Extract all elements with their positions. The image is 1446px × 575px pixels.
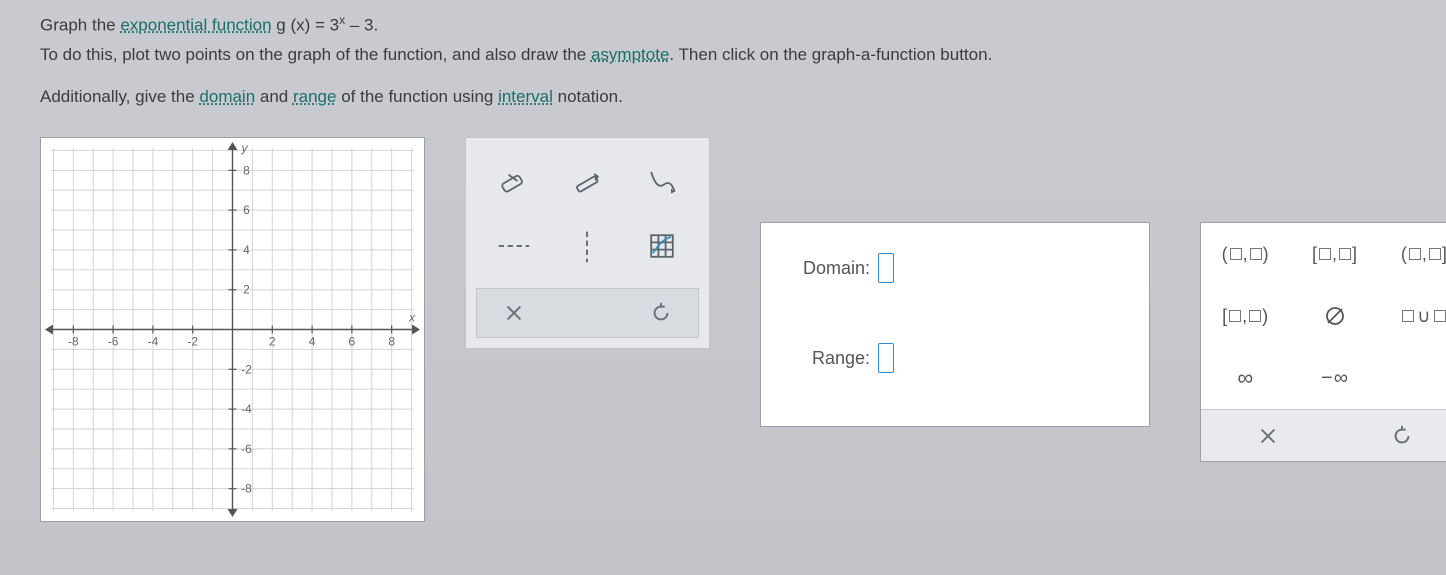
- svg-text:-8: -8: [68, 335, 79, 349]
- interval-undo-button[interactable]: [1387, 421, 1417, 451]
- domain-input[interactable]: [878, 253, 894, 283]
- interval-blank: [1380, 347, 1446, 409]
- tool-erase-large[interactable]: [476, 153, 550, 208]
- tool-pencil[interactable]: [550, 153, 624, 208]
- svg-text:6: 6: [349, 335, 356, 349]
- svg-text:y: y: [240, 141, 248, 155]
- domain-range-panel: Domain: Range:: [760, 222, 1150, 427]
- svg-text:2: 2: [269, 335, 276, 349]
- svg-text:-8: -8: [241, 482, 252, 496]
- interval-clear-button[interactable]: [1253, 421, 1283, 451]
- interval-neg-infinity[interactable]: −∞: [1290, 347, 1379, 409]
- svg-text:x: x: [408, 311, 416, 325]
- svg-text:4: 4: [309, 335, 316, 349]
- tool-graph-function[interactable]: [625, 218, 699, 273]
- tool-dashed-vline[interactable]: [550, 218, 624, 273]
- instruction-line-3: Additionally, give the domain and range …: [40, 83, 1406, 112]
- interval-union[interactable]: ∪: [1380, 285, 1446, 347]
- range-row: Range:: [786, 343, 1124, 373]
- svg-text:4: 4: [243, 243, 250, 257]
- svg-text:-2: -2: [241, 363, 252, 377]
- svg-text:8: 8: [388, 335, 395, 349]
- instruction-line-1: Graph the exponential function g (x) = 3…: [40, 10, 1406, 41]
- tool-bottom-bar: [476, 288, 699, 338]
- tool-curve[interactable]: [625, 153, 699, 208]
- tool-dashed-hline[interactable]: [476, 218, 550, 273]
- instructions: Graph the exponential function g (x) = 3…: [40, 10, 1406, 112]
- interval-panel: (,) [,] (,] [,) ∪ ∞ −∞: [1200, 222, 1446, 462]
- graph-canvas[interactable]: -8 -6 -4 -2 2 4 6 8 -8 -6 -4 -2 2 4 6 8 y x: [40, 137, 425, 522]
- link-interval[interactable]: interval: [498, 87, 553, 106]
- svg-text:-6: -6: [108, 335, 119, 349]
- domain-row: Domain:: [786, 253, 1124, 283]
- domain-label: Domain:: [803, 258, 870, 279]
- interval-open-open[interactable]: (,): [1201, 223, 1290, 285]
- clear-button[interactable]: [499, 298, 529, 328]
- link-exponential-function[interactable]: exponential function: [120, 16, 271, 35]
- svg-text:-2: -2: [187, 335, 198, 349]
- link-asymptote[interactable]: asymptote: [591, 45, 669, 64]
- interval-closed-closed[interactable]: [,]: [1290, 223, 1379, 285]
- range-label: Range:: [812, 348, 870, 369]
- svg-text:6: 6: [243, 203, 250, 217]
- svg-text:-4: -4: [148, 335, 159, 349]
- interval-footer: [1201, 409, 1446, 461]
- link-range[interactable]: range: [293, 87, 336, 106]
- link-domain[interactable]: domain: [199, 87, 255, 106]
- undo-button[interactable]: [646, 298, 676, 328]
- interval-empty-set[interactable]: [1290, 285, 1379, 347]
- svg-text:-4: -4: [241, 402, 252, 416]
- interval-closed-open[interactable]: [,): [1201, 285, 1290, 347]
- instruction-line-2: To do this, plot two points on the graph…: [40, 41, 1406, 70]
- interval-open-closed[interactable]: (,]: [1380, 223, 1446, 285]
- svg-text:8: 8: [243, 164, 250, 178]
- range-input[interactable]: [878, 343, 894, 373]
- svg-text:2: 2: [243, 283, 250, 297]
- tool-palette: [465, 137, 710, 349]
- svg-text:-6: -6: [241, 442, 252, 456]
- interval-infinity[interactable]: ∞: [1201, 347, 1290, 409]
